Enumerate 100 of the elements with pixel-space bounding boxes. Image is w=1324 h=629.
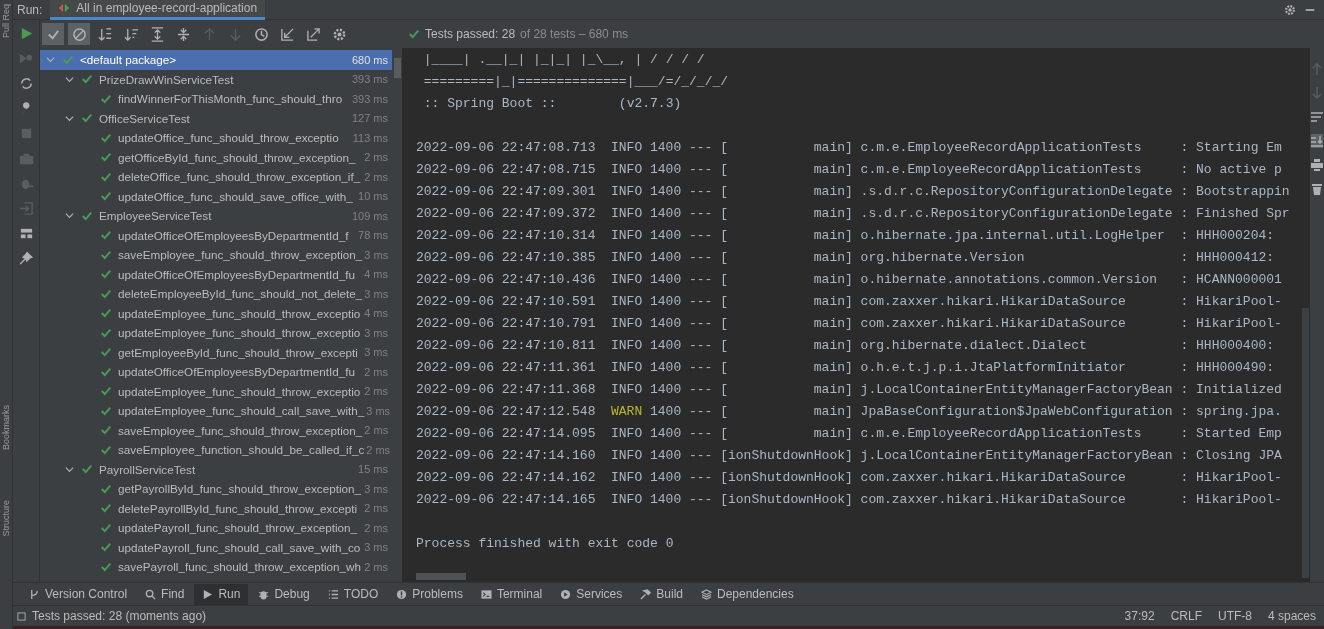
console-text: =========|_|==============|___/=/_/_/_/ — [422, 73, 729, 91]
test-tree-item[interactable]: getOfficeById_func_should_throw_exception_ 2 ms — [40, 147, 392, 167]
log-thread: [ionShutdownHook] — [720, 469, 853, 487]
test-tree-item[interactable]: deleteEmployeeById_func_should_not_delete_ 3 ms — [40, 284, 392, 304]
test-tree-item[interactable]: saveEmployee_function_should_be_called_if_c 2 ms — [40, 440, 392, 460]
soft-wrap-icon[interactable] — [1311, 110, 1323, 124]
tool-window-label[interactable]: Pull Req — [0, 4, 12, 39]
log-level: INFO — [611, 359, 643, 377]
log-logger: .s.d.r.c.RepositoryConfigurationDelegate — [860, 205, 1173, 223]
trash-icon[interactable] — [1311, 182, 1323, 196]
log-pid: 1400 — [650, 403, 682, 421]
test-tree-item[interactable]: updateEmployee_func_should_call_save_with_ 3 ms — [40, 401, 392, 421]
test-duration: 393 ms — [350, 92, 388, 105]
chevron-down-icon[interactable] — [65, 211, 74, 221]
tool-window-tab[interactable]: Dependencies — [693, 583, 802, 605]
test-name: PayrollServiceTest — [99, 462, 196, 476]
test-tree-item[interactable]: updatePayroll_func_should_call_save_with_co 3 ms — [40, 537, 392, 557]
tool-window-tab[interactable]: Debug — [250, 583, 318, 605]
log-pid: 1400 — [650, 227, 682, 245]
settings-icon[interactable] — [1284, 3, 1296, 16]
tool-window-tab[interactable]: Run — [194, 583, 249, 605]
test-tree-item[interactable]: updateOfficeOfEmployeesByDepartmentId_fu 4 ms — [40, 264, 392, 284]
play-icon — [202, 588, 214, 600]
chevron-down-icon[interactable] — [65, 74, 74, 84]
tool-window-tab[interactable]: Version Control — [21, 583, 136, 605]
indent-setting[interactable]: 4 spaces — [1267, 609, 1316, 623]
test-name: PrizeDrawWinServiceTest — [99, 72, 234, 86]
ignore-button[interactable] — [68, 23, 90, 45]
line-ending[interactable]: CRLF — [1170, 609, 1202, 623]
log-logger: o.h.e.t.j.p.i.JtaPlatformInitiator — [860, 359, 1127, 377]
test-name: findWinnerForThisMonth_func_should_thro — [118, 92, 343, 106]
log-level: INFO — [611, 491, 643, 509]
test-tree-item[interactable]: getPayrollById_func_should_throw_exception_ 3 ms — [40, 479, 392, 499]
caret-position[interactable]: 37:92 — [1124, 609, 1155, 623]
tool-window-tab[interactable]: Services — [552, 583, 631, 605]
test-tree-item[interactable]: updateOffice_func_should_throw_exceptio 113 ms — [40, 128, 392, 148]
test-duration: 3 ms — [365, 404, 391, 417]
test-tree-item[interactable]: EmployeeServiceTest 109 ms — [40, 206, 392, 226]
test-tree-item[interactable]: PayrollServiceTest 15 ms — [40, 459, 392, 479]
pin-icon[interactable] — [18, 251, 34, 266]
test-name: updateEmployee_func_should_call_save_with_ — [118, 404, 365, 418]
log-separator: --- — [689, 227, 713, 245]
tool-window-label[interactable]: Bookmarks — [0, 405, 12, 450]
run-tab[interactable]: All in employee-record-application — [50, 0, 266, 20]
print-icon[interactable] — [1311, 158, 1323, 172]
test-tree-item[interactable]: OfficeServiceTest 127 ms — [40, 108, 392, 128]
test-tree-item[interactable]: updatePayroll_func_should_throw_exception_ 2 ms — [40, 518, 392, 538]
log-logger: o.hibernate.jpa.internal.util.LogHelper — [860, 227, 1166, 245]
chevron-down-icon[interactable] — [65, 464, 74, 474]
tool-window-tab[interactable]: Terminal — [472, 583, 551, 605]
test-tree-item[interactable]: savePayroll_func_should_throw_exception_wh 2 ms — [40, 557, 392, 577]
log-pid: 1400 — [650, 183, 682, 201]
tool-window-tab[interactable]: Problems — [388, 583, 471, 605]
test-tree-item[interactable]: getEmployeeById_func_should_throw_excepti 3 ms — [40, 342, 392, 362]
scrollbar-thumb[interactable] — [394, 58, 401, 78]
test-tree-item[interactable]: saveEmployee_func_should_throw_exception_ 2 ms — [40, 420, 392, 440]
tool-window-tab[interactable]: TODO — [319, 583, 387, 605]
log-pid: 1400 — [650, 425, 682, 443]
toggle-icon[interactable] — [18, 76, 34, 91]
scrollbar-thumb[interactable] — [416, 573, 466, 580]
file-encoding[interactable]: UTF-8 — [1217, 609, 1252, 623]
test-tree-item[interactable]: deletePayrollById_func_should_throw_excepti 2 ms — [40, 498, 392, 518]
test-tree-item[interactable]: updateEmployee_func_should_throw_exceptio 2 ms — [40, 381, 392, 401]
list-icon — [327, 588, 339, 600]
test-tree-item[interactable]: updateEmployee_func_should_throw_exceptio 4 ms — [40, 303, 392, 323]
log-timestamp: 2022-09-06 22:47:10.385 — [416, 249, 596, 267]
test-name: updateEmployee_func_should_throw_exceptio — [118, 326, 361, 340]
test-tree-item[interactable]: saveEmployee_func_should_throw_exception_ 3 ms — [40, 245, 392, 265]
test-tree-item[interactable]: findWinnerForThisMonth_func_should_thro 393 ms — [40, 89, 392, 109]
tool-window-label[interactable]: Structure — [0, 500, 12, 537]
layout-icon[interactable] — [18, 226, 34, 241]
log-timestamp: 2022-09-06 22:47:14.165 — [416, 491, 596, 509]
test-tree-item[interactable]: updateOfficeOfEmployeesByDepartmentId_f 78 ms — [40, 225, 392, 245]
check-button[interactable] — [42, 23, 64, 45]
test-name: deleteEmployeeById_func_should_not_delete_ — [118, 287, 363, 301]
tool-window-tab[interactable]: Find — [137, 583, 193, 605]
log-message: : HHH000490: — [1180, 359, 1275, 377]
test-tree-item[interactable]: updateOfficeOfEmployeesByDepartmentId_fu 2 ms — [40, 362, 392, 382]
log-pid: 1400 — [650, 139, 682, 157]
panel-toggle-icon[interactable] — [17, 611, 26, 621]
chevron-down-icon[interactable] — [46, 55, 55, 65]
tool-window-tab[interactable]: Build — [632, 583, 691, 605]
log-thread: [ main] — [720, 183, 853, 201]
test-duration: 2 ms — [363, 560, 388, 573]
test-tree-item[interactable]: updateEmployee_func_should_throw_exceptio 3 ms — [40, 323, 392, 343]
test-tree-item[interactable]: PrizeDrawWinServiceTest 393 ms — [40, 69, 392, 89]
chevron-down-icon[interactable] — [65, 113, 74, 123]
log-pid: 1400 — [650, 381, 682, 399]
log-logger: JpaBaseConfiguration$JpaWebConfiguration — [860, 403, 1173, 421]
test-name: updateOffice_func_should_throw_exceptio — [118, 131, 339, 145]
tests-summary-detail: of 28 tests – 680 ms — [520, 27, 629, 41]
test-name: updateOffice_func_should_save_office_with_ — [118, 189, 353, 203]
test-tree-item[interactable]: <default package> 680 ms — [40, 50, 392, 70]
log-separator: --- — [689, 359, 713, 377]
test-tree-item[interactable]: deleteOffice_func_should_throw_exception_if_ 2 ms — [40, 167, 392, 187]
log-thread: [ionShutdownHook] — [720, 491, 853, 509]
test-name: updateOfficeOfEmployeesByDepartmentId_f — [118, 228, 349, 242]
test-tree-item[interactable]: updateOffice_func_should_save_office_with_ 10 ms — [40, 186, 392, 206]
log-pid: 1400 — [650, 249, 682, 267]
scroll-to-end-icon[interactable] — [1311, 134, 1323, 148]
